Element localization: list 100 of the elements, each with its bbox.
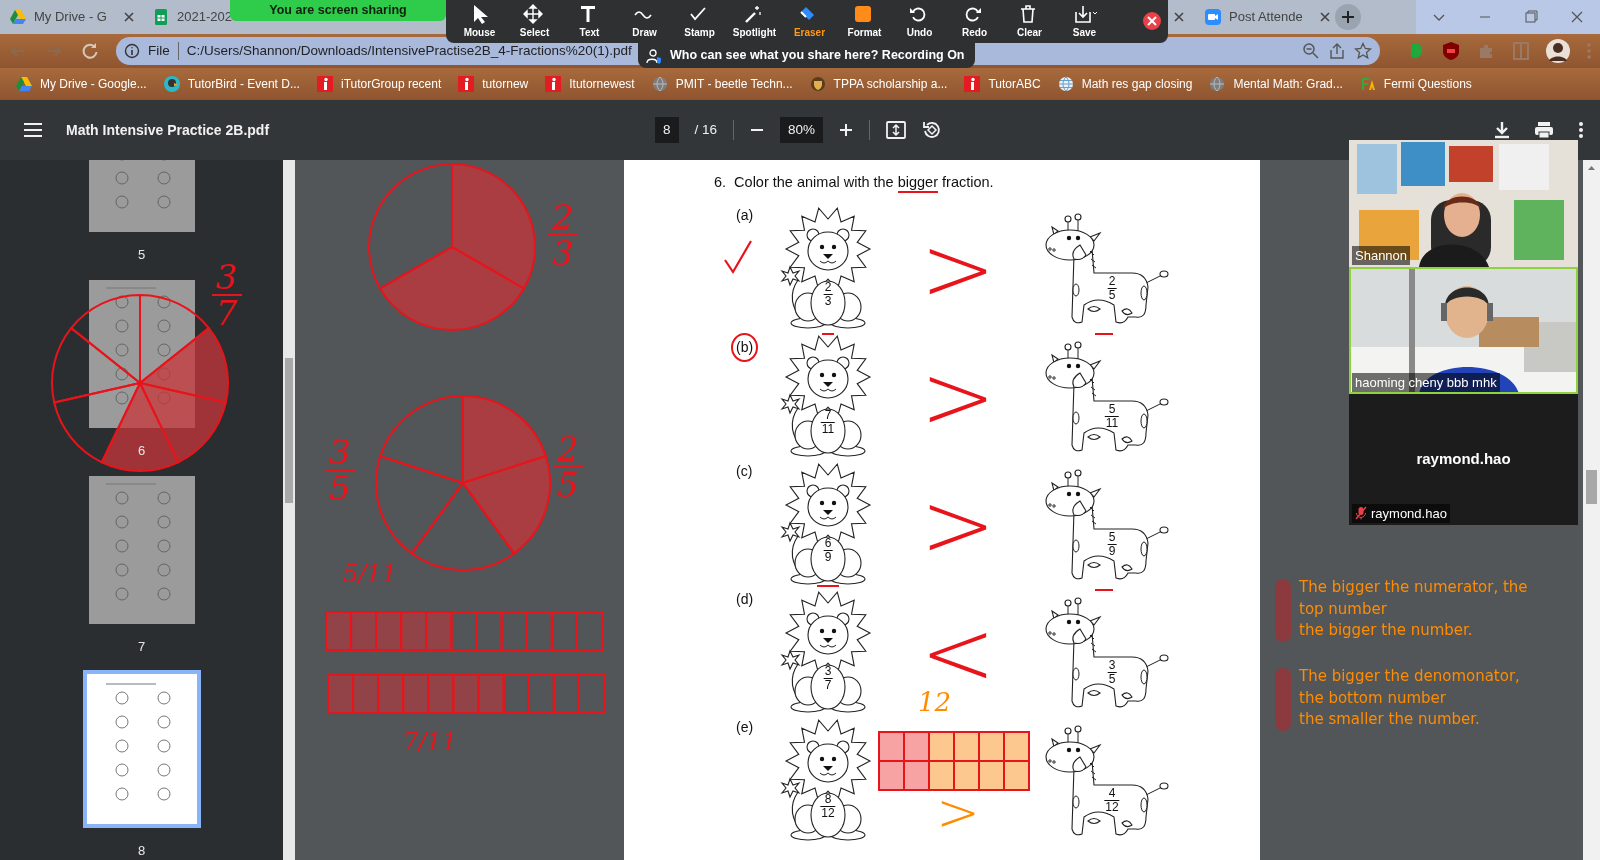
bookmark-link[interactable]: Itutornewest [569, 75, 635, 93]
fraction: 5 11 [1104, 403, 1120, 430]
annotation-tool-button[interactable]: Undo [892, 0, 947, 43]
fit-page-icon[interactable] [886, 121, 907, 139]
page-thumbnail[interactable] [88, 476, 195, 624]
new-tab-button[interactable] [1335, 4, 1361, 30]
close-icon[interactable] [1318, 11, 1331, 23]
annotation-tool-button[interactable]: Draw [617, 0, 672, 43]
zoom-in-button[interactable] [839, 123, 854, 137]
scrollbar-thumb[interactable] [285, 358, 293, 503]
crest-icon [809, 76, 826, 92]
fraction: 6 9 [823, 537, 833, 564]
item-label: (d) [736, 590, 754, 609]
bookmark-link[interactable]: iTutorGroup recent [340, 75, 442, 93]
participant-name: raymond.hao [1371, 504, 1447, 523]
bookmark-link[interactable]: TPPA scholarship a... [833, 75, 948, 93]
fraction: 4 12 [1104, 787, 1120, 814]
question-number: 6. [714, 173, 727, 192]
scrollbar-thumb[interactable] [1586, 470, 1597, 504]
bookmark-link[interactable]: Mental Math: Grad... [1233, 75, 1343, 93]
download-icon[interactable] [1494, 121, 1510, 139]
download-icon [1072, 4, 1097, 24]
handwritten-fraction: 7/11 [403, 730, 457, 754]
handwritten-fraction: 2 3 [548, 200, 578, 270]
page-number-field[interactable]: 8 [655, 116, 679, 144]
item-label: (e) [736, 718, 754, 737]
bookmark-link[interactable]: PMIT - beetle Techn... [675, 75, 793, 93]
handwritten-number: 12 [918, 689, 952, 715]
annotation-tool-button[interactable]: Mouse [452, 0, 507, 43]
site-label: File [148, 41, 170, 60]
annotation-tool-button[interactable]: Spotlight [727, 0, 782, 43]
share-icon[interactable] [1328, 42, 1346, 60]
browser-tab[interactable]: Post Attende [1195, 0, 1327, 34]
item-label: (b) [731, 333, 759, 362]
comparison-sign: > [936, 792, 980, 834]
fraction: 2 3 [823, 281, 833, 308]
handwritten-fraction: 2 5 [553, 432, 583, 502]
bookmark-link[interactable]: Fermi Questions [1383, 75, 1472, 93]
bookmark-link[interactable]: My Drive - Google... [40, 75, 147, 93]
print-icon[interactable] [1534, 121, 1554, 139]
fraction: 3 5 [1107, 659, 1117, 686]
profile-avatar-icon[interactable] [1546, 39, 1570, 63]
menu-icon[interactable] [24, 123, 42, 137]
participant-title: raymond.hao [1416, 449, 1511, 470]
page-number: 5 [137, 246, 146, 265]
info-icon[interactable] [124, 43, 140, 59]
handwritten-fraction: 3 5 [325, 435, 355, 505]
fraction: 5 9 [1107, 531, 1117, 558]
comparison-sign: > [920, 361, 996, 433]
fraction: 7 11 [820, 409, 836, 436]
annotation-tool-button[interactable]: Format [837, 0, 892, 43]
annotation-tool-button[interactable]: Clear [1002, 0, 1057, 43]
close-icon[interactable] [122, 11, 135, 23]
bookmark-link[interactable]: Math res gap closing [1081, 75, 1193, 93]
annotation-tool-button[interactable]: Redo [947, 0, 1002, 43]
item-label: (c) [736, 462, 753, 481]
drive-icon [10, 9, 26, 25]
address-field[interactable]: C:/Users/Shannon/Downloads/IntensivePractise2B_4-Fractions%20(1).pdf [186, 40, 632, 62]
shield-extension-icon[interactable] [1442, 41, 1460, 61]
item-label: (a) [736, 206, 754, 225]
reload-button[interactable] [80, 41, 100, 61]
page-thumbnail[interactable] [82, 670, 201, 828]
fraction: 2 5 [1107, 275, 1117, 302]
annotation-tool-button[interactable]: Eraser [782, 0, 837, 43]
letters-logo-icon [1359, 76, 1376, 92]
people-icon [646, 47, 662, 64]
bookmark-link[interactable]: tutornew [482, 75, 529, 93]
rotate-icon[interactable] [922, 120, 943, 140]
spreadsheet-icon [153, 9, 169, 25]
page-count: / 16 [694, 120, 718, 139]
close-button[interactable] [1142, 11, 1162, 31]
globe-icon [1209, 76, 1226, 92]
annotation-tool-button[interactable]: Select [507, 0, 562, 43]
participant-name: Shannon [1352, 245, 1411, 265]
note-text: The bigger the numerator, the top number the bigger the number. [1299, 577, 1528, 641]
zoom-field[interactable]: 80% [780, 116, 824, 144]
bookmark-star-icon[interactable] [1354, 42, 1372, 60]
drive-icon [16, 76, 32, 92]
comparison-sign: < [920, 617, 996, 689]
bird-icon [163, 76, 180, 92]
marker-stroke [1275, 668, 1291, 731]
page-number: 6 [137, 442, 146, 461]
question-text: Color the animal with the bigger fraction. [734, 172, 994, 205]
page-number: 8 [137, 842, 146, 860]
bookmark-link[interactable]: TutorBird - Event D... [187, 75, 300, 93]
handwritten-fraction: 5/11 [343, 562, 397, 586]
annotation-tool-button[interactable]: Stamp [672, 0, 727, 43]
bookmark-link[interactable]: TutorABC [988, 75, 1041, 93]
letter-i-icon [458, 76, 475, 92]
letter-i-icon [316, 76, 333, 92]
more-options-icon[interactable] [1578, 121, 1584, 139]
zoom-out-icon[interactable] [1302, 42, 1320, 60]
annotation-tool-button[interactable]: Text [562, 0, 617, 43]
annotation-tool-button[interactable]: Save [1057, 0, 1112, 43]
fraction: 3 7 [823, 665, 833, 692]
globe-icon [1057, 76, 1074, 92]
browser-tab[interactable]: My Drive - G [0, 0, 143, 34]
pointer-icon [471, 4, 488, 24]
marker-stroke [1275, 579, 1291, 642]
close-icon[interactable] [1173, 11, 1185, 23]
